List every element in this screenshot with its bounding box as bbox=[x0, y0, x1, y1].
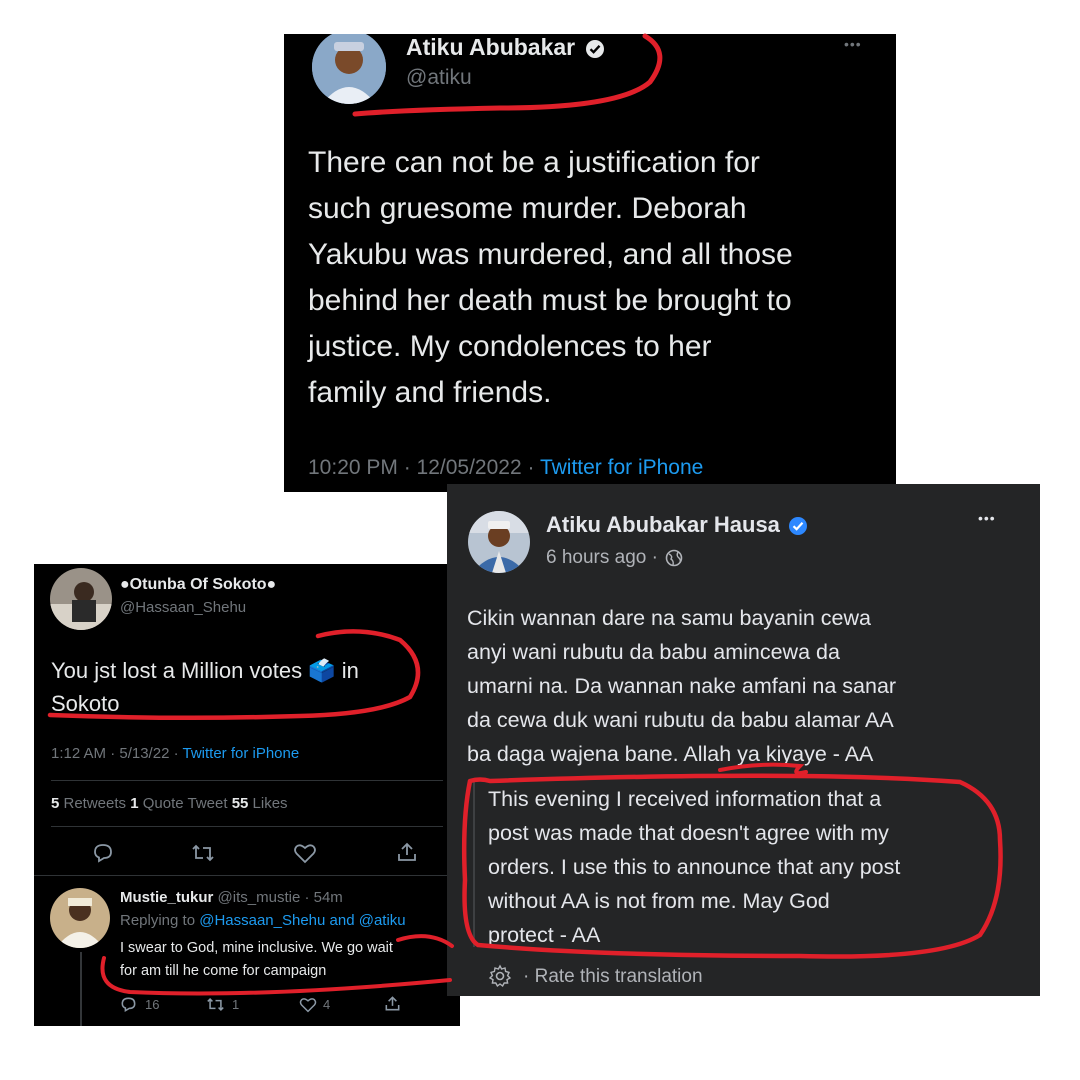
tweet-text: You jst lost a Million votes bbox=[51, 658, 309, 683]
translation-line: without AA is not from me. May God bbox=[488, 889, 830, 913]
tweet-timestamp: 10:20 PM · 12/05/2022 · Twitter for iPho… bbox=[308, 456, 703, 480]
ballot-box-icon: 🗳️ bbox=[308, 658, 336, 683]
source-link[interactable]: Twitter for iPhone bbox=[182, 745, 299, 762]
post-line: anyi wani rubutu da babu amincewa da bbox=[467, 640, 840, 664]
replying-to: Replying to @Hassaan_Shehu and @atiku bbox=[120, 912, 406, 929]
page-name[interactable]: Atiku Abubakar Hausa bbox=[546, 512, 808, 538]
top-tweet-card: Atiku Abubakar @atiku ••• There can not … bbox=[284, 34, 896, 492]
tweet-line: family and friends. bbox=[308, 376, 552, 409]
engagement-stats: 5 Retweets 1 Quote Tweet 55 Likes bbox=[51, 795, 288, 812]
post-meta: 6 hours ago · bbox=[546, 547, 683, 569]
reply-line: I swear to God, mine inclusive. We go wa… bbox=[120, 940, 393, 956]
facebook-post-card: Atiku Abubakar Hausa 6 hours ago · ••• C… bbox=[447, 484, 1040, 996]
tweet-line: such gruesome murder. Deborah bbox=[308, 192, 747, 225]
quotes-stat[interactable]: 1 Quote Tweet bbox=[130, 795, 231, 812]
post-time[interactable]: 6 hours ago · bbox=[546, 547, 658, 568]
handle[interactable]: @Hassaan_Shehu bbox=[120, 599, 246, 616]
reply-icon[interactable] bbox=[92, 842, 114, 864]
atiku-hausa-avatar[interactable] bbox=[468, 511, 530, 573]
tweet-body: You jst lost a Million votes 🗳️ in Sokot… bbox=[51, 654, 359, 720]
reply-display-name[interactable]: Mustie_tukur bbox=[120, 889, 213, 906]
divider bbox=[34, 875, 460, 876]
source-link[interactable]: Twitter for iPhone bbox=[540, 456, 703, 479]
retweet-icon[interactable] bbox=[191, 842, 215, 864]
retweets-stat[interactable]: 5 Retweets bbox=[51, 795, 130, 812]
translation-body: This evening I received information that… bbox=[488, 782, 900, 952]
post-line: Cikin wannan dare na samu bayanin cewa bbox=[467, 606, 871, 630]
hausa-post-body: Cikin wannan dare na samu bayanin cewa a… bbox=[467, 601, 896, 771]
translation-line: This evening I received information that… bbox=[488, 787, 882, 811]
reply-header: Mustie_tukur @its_mustie · 54m bbox=[120, 889, 343, 906]
reply-body: I swear to God, mine inclusive. We go wa… bbox=[120, 937, 393, 983]
rate-translation-link[interactable]: · Rate this translation bbox=[523, 966, 703, 988]
like-count: 4 bbox=[323, 997, 331, 1012]
likes-label: Likes bbox=[248, 795, 288, 812]
reply-thread-line bbox=[80, 952, 82, 1026]
divider bbox=[51, 826, 443, 827]
quotes-count: 1 bbox=[130, 795, 139, 812]
like-icon[interactable] bbox=[299, 997, 317, 1013]
time-date[interactable]: 10:20 PM · 12/05/2022 · bbox=[308, 456, 540, 479]
translation-line: protect - AA bbox=[488, 923, 601, 947]
tweet-body: There can not be a justification for suc… bbox=[308, 140, 793, 416]
more-options-icon[interactable]: ••• bbox=[978, 510, 996, 526]
verified-badge-icon bbox=[585, 39, 604, 58]
page-name-text: Atiku Abubakar Hausa bbox=[546, 512, 780, 537]
display-name[interactable]: ●Otunba Of Sokoto● bbox=[120, 576, 276, 594]
tweet-timestamp: 1:12 AM · 5/13/22 · Twitter for iPhone bbox=[51, 745, 299, 762]
tweet-text: in bbox=[335, 658, 359, 683]
likes-stat[interactable]: 55 Likes bbox=[232, 795, 288, 812]
retweet-icon[interactable] bbox=[206, 996, 225, 1013]
reply-icon[interactable] bbox=[120, 996, 137, 1013]
cap-icon: ● bbox=[120, 576, 130, 593]
tweet-line: justice. My condolences to her bbox=[308, 330, 712, 363]
share-icon[interactable] bbox=[396, 841, 418, 863]
likes-count: 55 bbox=[231, 795, 249, 812]
tweet-line: Sokoto bbox=[51, 691, 120, 716]
retweets-label: Retweets bbox=[59, 795, 131, 812]
translation-line: orders. I use this to announce that any … bbox=[488, 855, 901, 879]
tweet-line: behind her death must be brought to bbox=[308, 284, 792, 317]
atiku-avatar[interactable] bbox=[312, 34, 386, 104]
display-name[interactable]: Atiku Abubakar bbox=[406, 34, 605, 61]
gear-icon[interactable] bbox=[488, 964, 512, 988]
replying-prefix: Replying to bbox=[120, 912, 200, 929]
reply-line: for am till he come for campaign bbox=[120, 963, 327, 979]
post-line: ba daga wajena bane. Allah ya kiyaye - A… bbox=[467, 742, 874, 766]
tweet-line: Yakubu was murdered, and all those bbox=[308, 238, 793, 271]
more-options-icon[interactable]: ••• bbox=[844, 36, 862, 52]
cap-icon: ● bbox=[266, 576, 277, 593]
mustie-avatar[interactable] bbox=[50, 888, 110, 948]
reply-handle-time[interactable]: @its_mustie · 54m bbox=[218, 889, 343, 906]
globe-icon bbox=[665, 549, 683, 567]
share-icon[interactable] bbox=[384, 995, 401, 1012]
quotes-label: Quote Tweet bbox=[138, 795, 232, 812]
divider bbox=[51, 780, 443, 781]
like-icon[interactable] bbox=[293, 843, 317, 864]
display-name-text: Otunba Of Sokoto bbox=[129, 576, 267, 593]
display-name-text: Atiku Abubakar bbox=[406, 34, 576, 60]
time-date[interactable]: 1:12 AM · 5/13/22 · bbox=[51, 745, 182, 762]
handle[interactable]: @atiku bbox=[406, 66, 472, 90]
replying-targets[interactable]: @Hassaan_Shehu and @atiku bbox=[199, 912, 405, 929]
post-line: umarni na. Da wannan nake amfani na sana… bbox=[467, 674, 897, 698]
verified-badge-icon bbox=[789, 517, 808, 536]
tweet-line: You jst lost a Million votes 🗳️ in bbox=[51, 654, 359, 687]
otunba-avatar[interactable] bbox=[50, 568, 112, 630]
reply-count: 16 bbox=[145, 997, 160, 1012]
retweet-count: 1 bbox=[232, 997, 240, 1012]
post-line: da cewa duk wani rubutu da babu alamar A… bbox=[467, 708, 894, 732]
translation-line: post was made that doesn't agree with my bbox=[488, 821, 889, 845]
translation-divider bbox=[473, 782, 475, 947]
left-tweet-card: ●Otunba Of Sokoto● @Hassaan_Shehu You js… bbox=[34, 564, 460, 1026]
tweet-line: There can not be a justification for bbox=[308, 146, 760, 179]
